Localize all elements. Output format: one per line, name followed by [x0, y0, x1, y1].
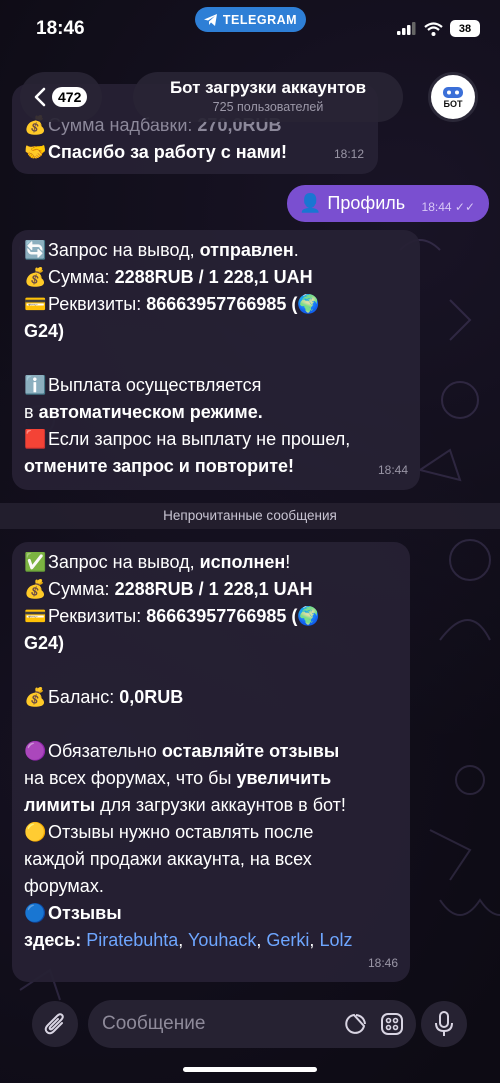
- chevron-left-icon: [34, 87, 46, 107]
- paperclip-icon: [44, 1013, 64, 1035]
- message-time: 18:12: [333, 147, 364, 161]
- signal-icon: [397, 22, 416, 35]
- wifi-icon: [424, 21, 443, 36]
- robot-icon: [443, 87, 463, 98]
- telegram-plane-icon: [203, 13, 217, 26]
- telegram-pill-label: TELEGRAM: [222, 12, 298, 27]
- back-button[interactable]: 472: [20, 72, 102, 122]
- message-time: 18:46: [367, 956, 398, 970]
- message-field[interactable]: [88, 1000, 416, 1048]
- blue-circle-icon: 🔵: [24, 903, 47, 923]
- chat-title-button[interactable]: Бот загрузки аккаунтов 725 пользователей: [133, 72, 403, 122]
- message-input[interactable]: [102, 1013, 322, 1035]
- battery-indicator: 38: [450, 20, 480, 37]
- money-bag-icon: 💰: [24, 267, 47, 287]
- yellow-circle-icon: 🟡: [24, 822, 47, 842]
- check-mark-icon: ✅: [24, 552, 47, 572]
- chat-subtitle: 725 пользователей: [212, 100, 324, 114]
- chat-header: 472 Бот загрузки аккаунтов 725 пользоват…: [0, 68, 500, 128]
- money-bag-icon: 💰: [24, 579, 47, 599]
- microphone-icon: [435, 1011, 453, 1036]
- attach-button[interactable]: [32, 1001, 78, 1047]
- emoji-grid-icon[interactable]: [380, 1012, 404, 1036]
- link-lolz[interactable]: Lolz: [319, 930, 352, 950]
- person-icon: 👤: [299, 193, 322, 213]
- handshake-icon: 🤝: [24, 142, 47, 162]
- message-time: 18:44: [377, 463, 408, 477]
- red-square-icon: 🟥: [24, 429, 47, 449]
- purple-circle-icon: 🟣: [24, 741, 47, 761]
- info-icon: ℹ️: [24, 375, 47, 395]
- link-piratebuhta[interactable]: Piratebuhta: [86, 930, 178, 950]
- chat-title: Бот загрузки аккаунтов: [169, 78, 367, 97]
- link-gerki[interactable]: Gerki: [266, 930, 309, 950]
- status-bar: 18:46 TELEGRAM 38: [0, 0, 500, 56]
- unread-count-badge: 472: [52, 87, 88, 107]
- status-time: 18:46: [36, 18, 85, 39]
- globe-icon: 🌍: [297, 606, 320, 626]
- unread-messages-divider: Непрочитанные сообщения: [0, 503, 500, 529]
- money-bag-icon: 💰: [24, 687, 47, 707]
- message-bubble-withdraw-done[interactable]: ✅Запрос на вывод, исполнен! 💰Сумма: 2288…: [12, 542, 410, 982]
- thanks-text: Спасибо за работу с нами!: [48, 142, 288, 162]
- voice-record-button[interactable]: [421, 1001, 467, 1047]
- avatar-label: БОТ: [443, 99, 463, 109]
- message-input-bar: [0, 997, 500, 1083]
- credit-card-icon: 💳: [24, 606, 47, 626]
- refresh-icon: 🔄: [24, 240, 47, 260]
- outgoing-text: Профиль: [327, 193, 406, 213]
- status-icons: 38: [397, 20, 480, 37]
- message-time: 18:44: [421, 200, 452, 214]
- link-youhack[interactable]: Youhack: [188, 930, 256, 950]
- globe-icon: 🌍: [297, 294, 320, 314]
- sticker-icon[interactable]: [344, 1012, 368, 1036]
- telegram-pill[interactable]: TELEGRAM: [195, 7, 306, 32]
- credit-card-icon: 💳: [24, 294, 47, 314]
- bot-avatar[interactable]: БОТ: [428, 72, 478, 122]
- home-indicator: [183, 1067, 317, 1072]
- message-bubble-withdraw-sent[interactable]: 🔄Запрос на вывод, отправлен. 💰Сумма: 228…: [12, 230, 420, 490]
- double-check-icon: ✓✓: [454, 200, 475, 214]
- outgoing-message[interactable]: 👤 Профиль 18:44 ✓✓: [287, 185, 489, 222]
